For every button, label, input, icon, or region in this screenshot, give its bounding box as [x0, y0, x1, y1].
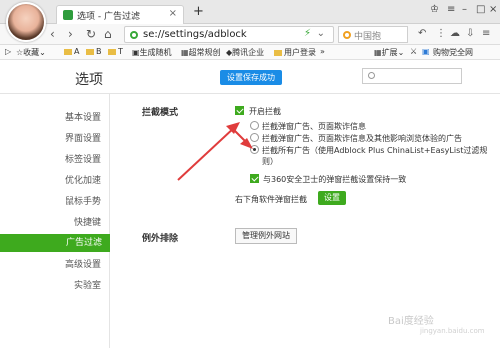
- radio-block-all-ads-label: 拦截所有广告（使用Adblock Plus ChinaList+EasyList…: [262, 146, 488, 155]
- sidebar-item-interface[interactable]: 界面设置: [1, 130, 101, 148]
- close-icon[interactable]: ×: [169, 8, 177, 19]
- back-icon[interactable]: ‹: [50, 27, 55, 41]
- bookmark-favorites[interactable]: ☆收藏⌄: [16, 47, 46, 58]
- enable-block-checkbox[interactable]: [235, 106, 244, 115]
- search-engine-icon: [343, 31, 351, 39]
- home-icon[interactable]: ⌂: [104, 27, 112, 41]
- shop-icon: ▣: [422, 47, 430, 56]
- new-tab-button[interactable]: +: [193, 5, 204, 18]
- sidebar-toggle-icon[interactable]: ▷: [5, 47, 11, 56]
- lightning-icon[interactable]: ⚡: [304, 28, 311, 39]
- settings-search-input[interactable]: [362, 68, 462, 84]
- save-status-badge: 设置保存成功: [220, 70, 282, 85]
- bookmark-tencent[interactable]: ◆腾讯企业: [226, 47, 264, 58]
- extensions-button[interactable]: ▦扩展⌄: [374, 47, 404, 58]
- bookmark-folder-a[interactable]: A: [64, 47, 79, 56]
- navigation-bar: ‹ › ↻ ⌂ se://settings/adblock ⚡ ⌄ 中国抱 ↶ …: [0, 24, 500, 45]
- sidebar-item-adblock[interactable]: 广告过滤: [0, 234, 110, 252]
- sync-360-label: 与360安全卫士的弹窗拦截设置保持一致: [263, 175, 407, 184]
- adblock-settings-panel: 拦截模式 开启拦截 拦截弹窗广告、页面欺诈信息 拦截弹窗广告、页面欺诈信息及其他…: [110, 94, 500, 348]
- manage-exceptions-button[interactable]: 管理例外网站: [235, 228, 297, 244]
- shop-extension[interactable]: 购物党全网: [433, 47, 473, 58]
- bookmark-login[interactable]: 用户登录: [274, 47, 316, 58]
- folder-icon: [274, 49, 282, 56]
- more-bookmarks-icon[interactable]: »: [320, 47, 325, 56]
- skin-icon[interactable]: ♔: [430, 4, 439, 15]
- radio-block-popups-and-ads-label: 拦截弹窗广告、页面欺诈信息及其他影响浏览体验的广告: [262, 134, 462, 143]
- address-url: se://settings/adblock: [143, 29, 247, 40]
- setup-button[interactable]: 设置: [318, 191, 346, 205]
- minimize-icon[interactable]: –: [462, 4, 467, 15]
- bookmark-folder-t[interactable]: T: [108, 47, 123, 56]
- refresh-icon[interactable]: ↻: [86, 27, 96, 41]
- radio-block-all-ads-label-cont: 则）: [262, 157, 278, 166]
- dot-icon[interactable]: ⋮: [436, 27, 446, 41]
- cloud-icon[interactable]: ☁: [450, 27, 460, 41]
- watermark-url: jingyan.baidu.com: [420, 327, 485, 335]
- user-avatar[interactable]: [6, 2, 46, 42]
- bookmark-random[interactable]: ▣生成随机: [132, 47, 172, 58]
- sidebar-item-shortcuts[interactable]: 快捷键: [1, 214, 101, 232]
- search-icon: [368, 72, 375, 79]
- maximize-icon[interactable]: □: [476, 4, 485, 15]
- undo-icon[interactable]: ↶: [418, 27, 426, 41]
- exclusion-label: 例外排除: [142, 234, 179, 244]
- radio-block-popups-and-ads[interactable]: [250, 133, 259, 142]
- address-bar[interactable]: se://settings/adblock ⚡ ⌄: [124, 26, 334, 43]
- block-mode-label: 拦截模式: [142, 108, 179, 118]
- sidebar-item-lab[interactable]: 实验室: [1, 277, 101, 295]
- radio-block-all-ads[interactable]: [250, 145, 259, 154]
- sync-360-checkbox[interactable]: [250, 174, 259, 183]
- bookmark-folder-b[interactable]: B: [86, 47, 102, 56]
- window-close-icon[interactable]: ×: [489, 4, 497, 15]
- sidebar-item-optimize[interactable]: 优化加速: [1, 172, 101, 190]
- radio-block-popups[interactable]: [250, 121, 259, 130]
- adblock-icon[interactable]: ⚔: [410, 47, 417, 56]
- enable-block-label: 开启拦截: [249, 107, 281, 116]
- bookmarks-bar: ▷ ☆收藏⌄ A B T ▣生成随机 ▦超常规创 ◆腾讯企业 用户登录 » ▦扩…: [0, 45, 500, 60]
- menu-icon[interactable]: ≡: [447, 4, 455, 15]
- folder-icon: [64, 48, 72, 55]
- sidebar-item-gestures[interactable]: 鼠标手势: [1, 193, 101, 211]
- watermark: Bai度经验: [388, 316, 434, 327]
- tab-bar: 选项 - 广告过滤 × + ♔ ≡ – □ ×: [0, 0, 500, 42]
- tab-settings[interactable]: 选项 - 广告过滤 ×: [56, 5, 184, 24]
- search-placeholder: 中国抱: [354, 32, 382, 42]
- download-icon[interactable]: ⇩: [466, 27, 474, 41]
- secure-icon: [130, 31, 138, 39]
- sidebar-item-tabs[interactable]: 标签设置: [1, 151, 101, 169]
- settings-header: 选项 设置保存成功: [0, 60, 500, 94]
- radio-block-popups-label: 拦截弹窗广告、页面欺诈信息: [262, 122, 366, 131]
- sidebar-item-advanced[interactable]: 高级设置: [1, 256, 101, 274]
- bookmark-creative[interactable]: ▦超常规创: [181, 47, 221, 58]
- settings-sidebar: 基本设置 界面设置 标签设置 优化加速 鼠标手势 快捷键 广告过滤 高级设置 实…: [0, 94, 110, 348]
- more-menu-icon[interactable]: ≡: [482, 27, 490, 41]
- page-title: 选项: [75, 72, 103, 88]
- folder-icon: [108, 48, 116, 55]
- search-box[interactable]: 中国抱: [338, 26, 408, 43]
- popup-block-label: 右下角软件弹窗拦截: [235, 195, 307, 204]
- sidebar-item-basic[interactable]: 基本设置: [1, 109, 101, 127]
- tab-title: 选项 - 广告过滤: [77, 12, 140, 22]
- forward-icon[interactable]: ›: [68, 27, 73, 41]
- search-leaf-icon: [63, 10, 73, 20]
- folder-icon: [86, 48, 94, 55]
- dropdown-icon[interactable]: ⌄: [317, 28, 325, 39]
